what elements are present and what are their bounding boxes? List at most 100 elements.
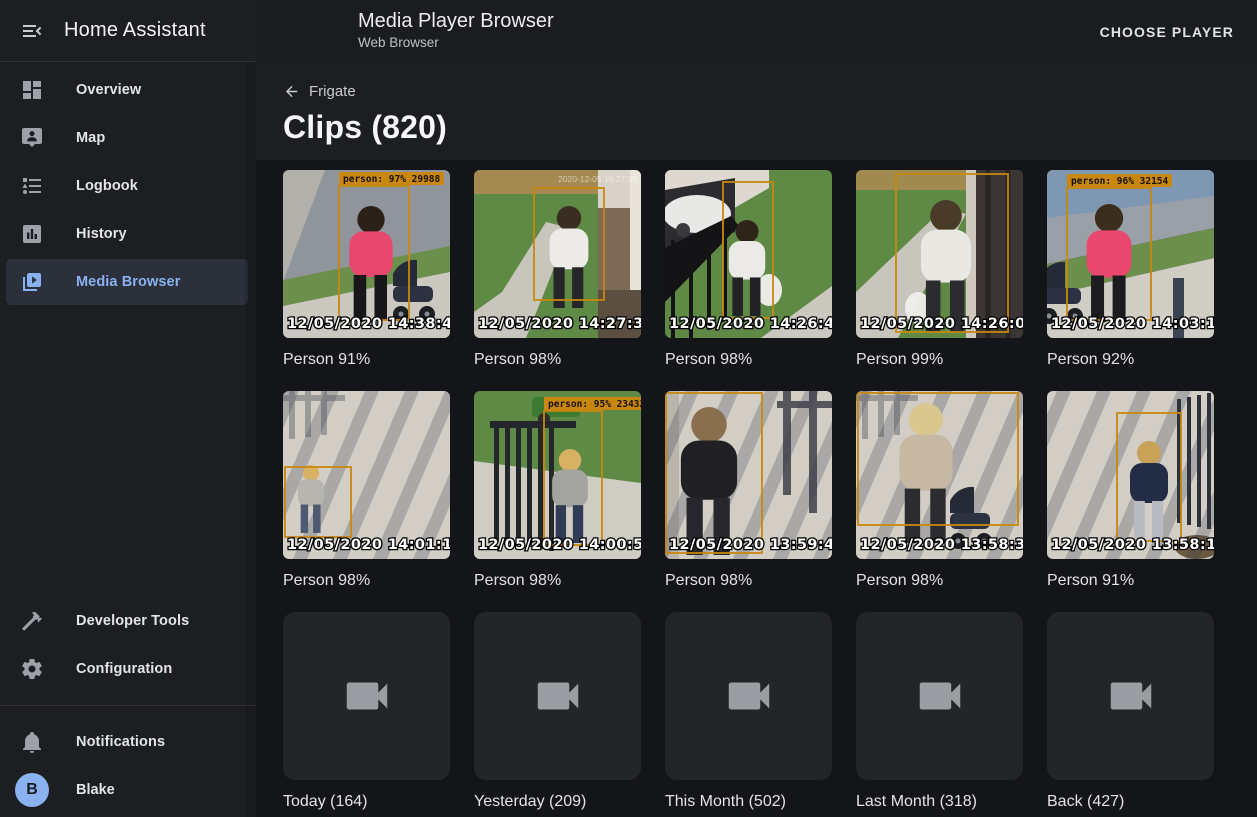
folder-tile[interactable] [1047, 612, 1214, 780]
video-icon [722, 669, 776, 723]
sidebar-item-map[interactable]: Map [6, 115, 248, 161]
sidebar-item-label: Configuration [76, 661, 172, 677]
clip-caption: Person 92% [1047, 350, 1214, 370]
list-bulleted-icon [20, 174, 44, 198]
folder-label: Yesterday (209) [474, 792, 641, 812]
breadcrumb-label: Frigate [309, 83, 356, 100]
sidebar-item-label: Overview [76, 82, 141, 98]
folder-item[interactable]: Last Month (318) [856, 612, 1023, 812]
sidebar-item-label: Developer Tools [76, 613, 189, 629]
sidebar-item-configuration[interactable]: Configuration [6, 646, 248, 692]
svg-text:12/05/2020 14:01:14: 12/05/2020 14:01:14 [287, 537, 450, 553]
chart-box-icon [20, 222, 44, 246]
clip-thumbnail[interactable]: 12/05/2020 14:26:48 [665, 170, 832, 338]
page-title: Clips (820) [283, 109, 447, 146]
clip-item[interactable]: 12/05/2020 13:59:49 Person 98% [665, 391, 832, 591]
clip-thumbnail[interactable]: person: 97% 29988 12/05/2020 14:38:47 [283, 170, 450, 338]
svg-text:12/05/2020 13:58:17: 12/05/2020 13:58:17 [1051, 537, 1214, 553]
content-header: Frigate Clips (820) [256, 62, 1257, 160]
breadcrumb-back[interactable]: Frigate [283, 83, 356, 100]
folder-tile[interactable] [665, 612, 832, 780]
clip-item[interactable]: 12/05/2020 14:26:07 Person 99% [856, 170, 1023, 370]
avatar: B [15, 773, 49, 807]
sidebar-item-developer-tools[interactable]: Developer Tools [6, 598, 248, 644]
arrow-left-icon [283, 83, 300, 100]
video-icon [340, 669, 394, 723]
clip-item[interactable]: 12/05/2020 14:01:14 Person 98% [283, 391, 450, 591]
clip-thumbnail[interactable]: 12/05/2020 13:58:17 [1047, 391, 1214, 559]
menu-open-icon [20, 19, 44, 43]
folder-item[interactable]: Today (164) [283, 612, 450, 812]
sidebar-item-history[interactable]: History [6, 211, 248, 257]
svg-text:person: 95% 23432: person: 95% 23432 [548, 399, 641, 410]
clip-caption: Person 91% [283, 350, 450, 370]
svg-text:12/05/2020 14:00:52: 12/05/2020 14:00:52 [478, 537, 641, 553]
svg-text:12/05/2020 13:59:49: 12/05/2020 13:59:49 [669, 537, 832, 553]
clip-thumbnail[interactable]: person: 95% 23432 12/05/2020 14:00:52 [474, 391, 641, 559]
tooltip-account-icon [20, 126, 44, 150]
clip-caption: Person 91% [1047, 571, 1214, 591]
video-icon [913, 669, 967, 723]
clip-item[interactable]: person: 95% 23432 12/05/2020 14:00:52 Per… [474, 391, 641, 591]
clip-thumbnail[interactable]: 2020-12-05 16:27:3512/05/2020 14:27:35 [474, 170, 641, 338]
clip-item[interactable]: 2020-12-05 16:27:3512/05/2020 14:27:35 P… [474, 170, 641, 370]
sidebar-item-overview[interactable]: Overview [6, 67, 248, 113]
clip-thumbnail[interactable]: 12/05/2020 13:58:30 [856, 391, 1023, 559]
folder-tile[interactable] [856, 612, 1023, 780]
sidebar-item-profile[interactable]: B Blake [6, 767, 248, 813]
clip-item[interactable]: person: 96% 32154 12/05/2020 14:03:17 Per… [1047, 170, 1214, 370]
folder-item[interactable]: Back (427) [1047, 612, 1214, 812]
panel-title: Media Player Browser [358, 9, 554, 33]
choose-player-button[interactable]: CHOOSE PLAYER [1092, 15, 1242, 49]
svg-text:12/05/2020 14:03:17: 12/05/2020 14:03:17 [1051, 316, 1214, 332]
bell-icon [20, 730, 44, 754]
svg-text:person: 96% 32154: person: 96% 32154 [1071, 176, 1169, 187]
folder-item[interactable]: This Month (502) [665, 612, 832, 812]
clip-item[interactable]: 12/05/2020 13:58:30 Person 98% [856, 391, 1023, 591]
sidebar-item-label: History [76, 226, 127, 242]
sidebar-item-media-browser[interactable]: Media Browser [6, 259, 248, 305]
svg-text:person: 97% 29988: person: 97% 29988 [343, 174, 441, 185]
folder-label: Back (427) [1047, 792, 1214, 812]
sidebar-item-label: Logbook [76, 178, 138, 194]
clip-thumbnail[interactable]: 12/05/2020 13:59:49 [665, 391, 832, 559]
svg-text:12/05/2020 14:38:47: 12/05/2020 14:38:47 [287, 316, 450, 332]
sidebar-item-label: Notifications [76, 734, 165, 750]
sidebar-header: Home Assistant [0, 0, 256, 62]
panel-subtitle: Web Browser [358, 34, 554, 52]
play-box-multiple-icon [20, 270, 44, 294]
folder-label: This Month (502) [665, 792, 832, 812]
svg-text:12/05/2020 14:26:07: 12/05/2020 14:26:07 [860, 316, 1023, 332]
video-icon [531, 669, 585, 723]
sidebar-item-notifications[interactable]: Notifications [6, 719, 248, 765]
sidebar-item-label: Media Browser [76, 274, 180, 290]
clip-caption: Person 98% [665, 350, 832, 370]
svg-text:12/05/2020 14:27:35: 12/05/2020 14:27:35 [478, 316, 641, 332]
clip-caption: Person 98% [665, 571, 832, 591]
folder-item[interactable]: Yesterday (209) [474, 612, 641, 812]
clip-item[interactable]: 12/05/2020 13:58:17 Person 91% [1047, 391, 1214, 591]
video-icon [1104, 669, 1158, 723]
sidebar-toggle-button[interactable] [10, 9, 54, 53]
clip-thumbnail[interactable]: person: 96% 32154 12/05/2020 14:03:17 [1047, 170, 1214, 338]
panel-titles: Media Player Browser Web Browser [358, 9, 554, 52]
svg-text:12/05/2020 13:58:30: 12/05/2020 13:58:30 [860, 537, 1023, 553]
clip-item[interactable]: 12/05/2020 14:26:48 Person 98% [665, 170, 832, 370]
clip-item[interactable]: person: 97% 29988 12/05/2020 14:38:47 Per… [283, 170, 450, 370]
clip-caption: Person 98% [283, 571, 450, 591]
app-title: Home Assistant [64, 19, 206, 42]
sidebar-item-logbook[interactable]: Logbook [6, 163, 248, 209]
folder-tile[interactable] [474, 612, 641, 780]
clip-caption: Person 98% [474, 571, 641, 591]
sidebar-divider [0, 705, 256, 706]
hammer-icon [20, 609, 44, 633]
clips-grid: person: 97% 29988 12/05/2020 14:38:47 Per… [256, 160, 1257, 817]
sidebar: Overview Map Logbook History Media Brows… [0, 62, 256, 817]
folder-label: Today (164) [283, 792, 450, 812]
clip-thumbnail[interactable]: 12/05/2020 14:01:14 [283, 391, 450, 559]
folder-tile[interactable] [283, 612, 450, 780]
top-app-bar: Home Assistant Media Player Browser Web … [0, 0, 1257, 62]
clip-caption: Person 99% [856, 350, 1023, 370]
clip-caption: Person 98% [474, 350, 641, 370]
clip-thumbnail[interactable]: 12/05/2020 14:26:07 [856, 170, 1023, 338]
